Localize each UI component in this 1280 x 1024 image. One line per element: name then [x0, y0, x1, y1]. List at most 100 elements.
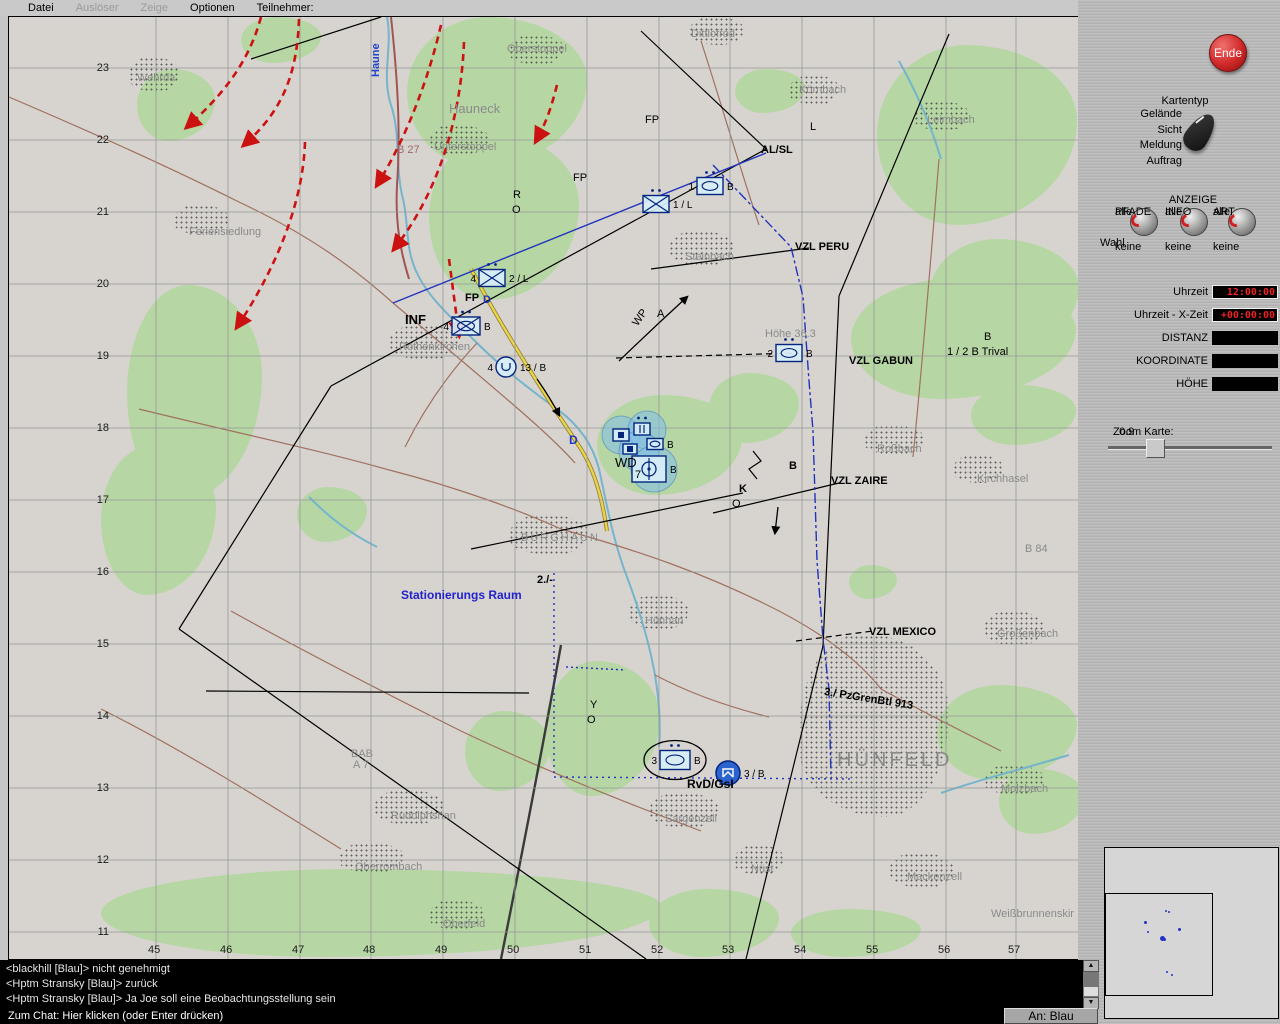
- chat-recipient-selector[interactable]: An: Blau: [1004, 1008, 1098, 1024]
- readout-value: [1212, 354, 1278, 368]
- knob-option-alle[interactable]: alle: [1165, 206, 1182, 218]
- tactical-label: 1 / 2 B Trival: [947, 346, 1009, 358]
- minimap-unit-dot: [1163, 938, 1166, 941]
- place-label: Wehrda: [137, 72, 176, 84]
- tactical-label: FP: [573, 172, 588, 184]
- grid-col-label: 47: [292, 944, 305, 956]
- place-label: Höhe 36.3: [765, 328, 816, 340]
- chat-prompt[interactable]: Zum Chat: Hier klicken (oder Enter drück…: [0, 1009, 1004, 1024]
- place-label: Hünhan: [645, 615, 684, 627]
- tactical-label: FP: [645, 114, 660, 126]
- grid-row-label: 12: [96, 854, 109, 866]
- readout-label: Uhrzeit - X-Zeit: [1134, 309, 1208, 321]
- grid-row-label: 19: [96, 350, 109, 362]
- grid-row-label: 22: [96, 134, 109, 146]
- minimap-viewport[interactable]: [1105, 893, 1213, 996]
- tactical-label: VZL ZAIRE: [831, 475, 888, 487]
- menu-item-optionen[interactable]: Optionen: [190, 2, 235, 14]
- chat-message: <blackhill [Blau]> nicht genehmigt: [6, 963, 170, 975]
- place-label: Feriensiedlung: [189, 226, 262, 238]
- readout-value: 12:00:00: [1212, 285, 1278, 299]
- tactical-label: Stationierungs Raum: [401, 588, 522, 602]
- menu-item-teilnehmer[interactable]: Teilnehmer:: [257, 2, 314, 14]
- tactical-label: WP: [630, 306, 651, 329]
- grid-col-label: 53: [722, 944, 735, 956]
- readouts: Uhrzeit 12:00:00 Uhrzeit - X-Zeit +00:00:00…: [1078, 0, 1280, 391]
- place-label: Oberrombach: [355, 861, 423, 873]
- grid-col-label: 45: [148, 944, 161, 956]
- place-label: Dittlofrod: [691, 28, 736, 40]
- knob-option-keine[interactable]: keine: [1165, 241, 1191, 253]
- tactical-label: L: [810, 121, 817, 133]
- readout-label: KOORDINATE: [1136, 355, 1208, 367]
- minimap-unit-dot: [1166, 971, 1168, 973]
- tactical-label: D: [569, 433, 578, 447]
- place-label: Kirchhasel: [977, 473, 1029, 485]
- menu-item-zeige: Zeige: [140, 2, 169, 14]
- tactical-label: R: [513, 189, 521, 201]
- place-label: Großenbach: [997, 628, 1059, 640]
- tactical-label: WD: [615, 455, 637, 470]
- tactical-label: INF: [405, 312, 426, 327]
- place-label: Körnbach: [799, 84, 847, 96]
- kartentyp-option-meldung[interactable]: Meldung: [1098, 139, 1182, 155]
- knob-option-alle[interactable]: alle: [1213, 206, 1230, 218]
- minimap-unit-dot: [1168, 911, 1170, 913]
- chat-scroll-thumb[interactable]: [1084, 987, 1098, 996]
- chat-message: <Hptm Stransky [Blau]> Ja Joe soll eine …: [6, 993, 336, 1005]
- zoom-karte-label: Zoom Karte: 0.9: [1113, 426, 1174, 438]
- readout-label: HÖHE: [1176, 378, 1208, 390]
- grid-col-label: 56: [938, 944, 951, 956]
- tactical-label: VZL PERU: [795, 241, 850, 253]
- grid-row-label: 18: [96, 422, 109, 434]
- chat-scrollbar[interactable]: ▲ ▼: [1083, 960, 1099, 1009]
- zoom-slider-track[interactable]: [1108, 446, 1272, 449]
- anzeige-group-art: ART alle keine: [1213, 206, 1271, 253]
- place-label: Leimbach: [927, 114, 975, 126]
- chat-log[interactable]: <blackhill [Blau]> nicht genehmigt <Hptm …: [0, 960, 1083, 1009]
- place-label: B 27: [397, 144, 420, 156]
- anzeige-title: ANZEIGE: [1168, 194, 1218, 206]
- grid-col-label: 49: [435, 944, 448, 956]
- knob-option-keine[interactable]: keine: [1115, 241, 1141, 253]
- readout-value: [1212, 377, 1278, 391]
- tactical-label: O: [587, 714, 596, 726]
- minimap-unit-dot: [1165, 910, 1167, 912]
- map-canvas[interactable]: 1 / L1B42 / L 4 B 4 13 / BBB2B3B3 / B Wehrda…: [8, 16, 1080, 960]
- chat-message: <Hptm Stransky [Blau]> zurück: [6, 978, 158, 990]
- knob-option-alle[interactable]: alle: [1115, 206, 1132, 218]
- grid-col-label: 55: [866, 944, 879, 956]
- place-label: Roßbach: [877, 443, 922, 455]
- chat-scroll-up-icon[interactable]: ▲: [1083, 960, 1099, 972]
- tactical-label: O: [732, 498, 741, 510]
- map-label-layer: Wehrda Oberstoppel Dittlofrod Körnbach Leimb…: [9, 17, 1079, 959]
- menu-item-datei[interactable]: Datei: [28, 2, 54, 14]
- tactical-label: A: [657, 308, 665, 320]
- grid-row-label: 16: [96, 566, 109, 578]
- grid-row-label: 23: [96, 62, 109, 74]
- place-label: Molzbach: [1001, 783, 1049, 795]
- place-label: Unterstoppel: [434, 141, 497, 153]
- kartentyp-option-auftrag[interactable]: Auftrag: [1098, 155, 1182, 171]
- grid-row-label: 21: [96, 206, 109, 218]
- zoom-slider-thumb[interactable]: [1146, 439, 1165, 458]
- menu-item-auslöser: Auslöser: [75, 2, 119, 14]
- grid-col-label: 57: [1008, 944, 1021, 956]
- minimap-unit-dot: [1178, 928, 1181, 931]
- minimap[interactable]: [1104, 847, 1279, 1019]
- grid-row-label: 13: [96, 782, 109, 794]
- place-label: Sargenzell: [665, 813, 717, 825]
- tactical-label: O: [512, 204, 521, 216]
- knob-option-keine[interactable]: keine: [1213, 241, 1239, 253]
- grid-col-label: 46: [220, 944, 233, 956]
- tactical-label: B: [984, 331, 992, 343]
- place-label: BURGHAUN: [521, 532, 600, 544]
- grid-col-label: 48: [363, 944, 376, 956]
- place-label: Weißbrunnenskir: [991, 908, 1074, 920]
- tactical-label: VZL GABUN: [849, 355, 913, 367]
- minimap-unit-dot: [1144, 921, 1147, 924]
- tactical-label: VZL MEXICO: [869, 626, 937, 638]
- kartentyp-option-sicht[interactable]: Sicht: [1098, 124, 1182, 140]
- tactical-label: K: [739, 483, 747, 495]
- tactical-label: 2./-: [537, 574, 553, 586]
